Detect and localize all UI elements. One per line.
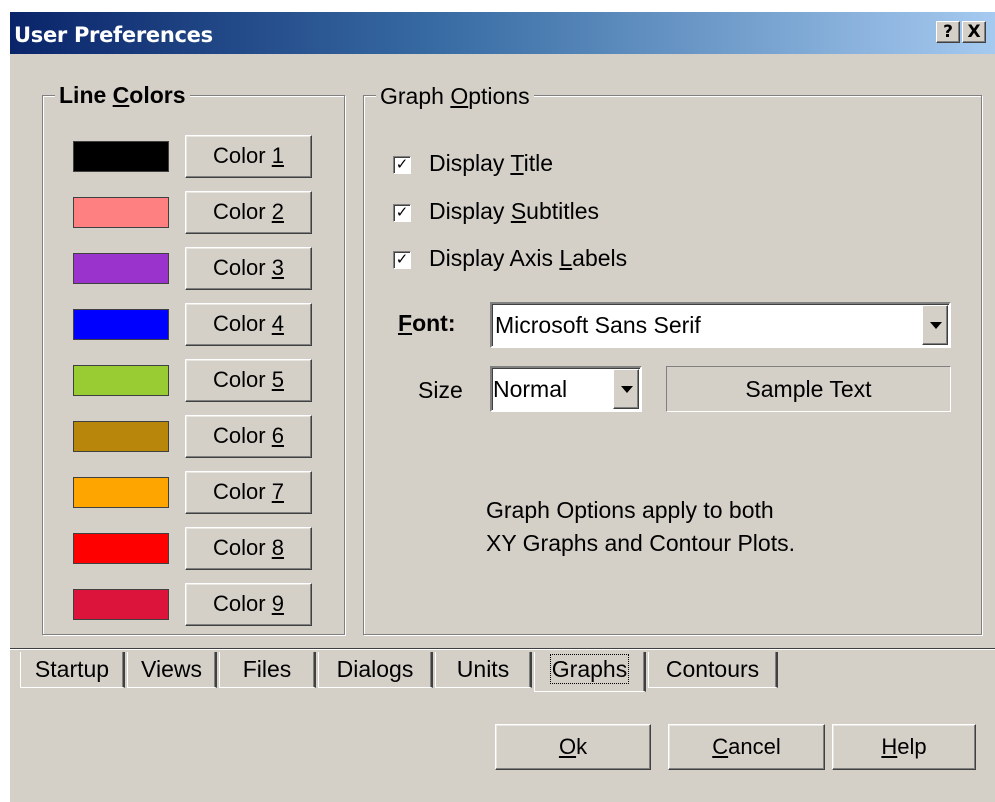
tab-startup[interactable]: Startup xyxy=(20,652,125,688)
size-select-value: Normal xyxy=(493,376,568,402)
graph-options-title-accel: O xyxy=(450,83,469,109)
line-colors-title-prefix: Line xyxy=(59,82,113,108)
size-dropdown-button[interactable] xyxy=(613,369,639,409)
tab-dialogs[interactable]: Dialogs xyxy=(318,652,433,688)
close-caption-button[interactable]: X xyxy=(962,21,986,43)
color-6-swatch xyxy=(73,421,169,452)
chevron-down-icon xyxy=(621,386,633,393)
font-select-value: Microsoft Sans Serif xyxy=(495,312,701,338)
display-title-label: Display Title xyxy=(429,150,553,176)
color-3-button[interactable]: Color 3 xyxy=(185,247,312,290)
color-1-button[interactable]: Color 1 xyxy=(185,135,312,178)
color-6-button[interactable]: Color 6 xyxy=(185,415,312,458)
tab-units[interactable]: Units xyxy=(435,652,532,688)
color-7-button[interactable]: Color 7 xyxy=(185,471,312,514)
sample-text-preview: Sample Text xyxy=(666,366,951,412)
graph-options-title: Graph Options xyxy=(376,83,534,110)
help-button[interactable]: Help xyxy=(832,724,976,770)
chevron-down-icon xyxy=(930,322,942,329)
line-colors-title-rest: olors xyxy=(129,82,186,108)
font-label: Font: xyxy=(398,310,456,336)
help-caption-button[interactable]: ? xyxy=(936,21,960,43)
graph-options-note-line1: Graph Options apply to both xyxy=(486,497,774,523)
graph-options-note-line2: XY Graphs and Contour Plots. xyxy=(486,530,795,556)
color-5-button[interactable]: Color 5 xyxy=(185,359,312,402)
tab-views[interactable]: Views xyxy=(127,652,217,688)
color-2-swatch xyxy=(73,197,169,228)
ok-button[interactable]: Ok xyxy=(495,724,651,770)
cancel-button[interactable]: Cancel xyxy=(668,724,825,770)
color-9-swatch xyxy=(73,589,169,620)
tab-graphs[interactable]: Graphs xyxy=(534,652,646,692)
color-2-button[interactable]: Color 2 xyxy=(185,191,312,234)
size-label: Size xyxy=(418,377,463,403)
title-bar: User Preferences ? X xyxy=(10,12,995,54)
color-8-button[interactable]: Color 8 xyxy=(185,527,312,570)
font-select[interactable]: Microsoft Sans Serif xyxy=(490,302,951,348)
color-5-swatch xyxy=(73,365,169,396)
graph-options-title-prefix: Graph xyxy=(380,83,451,109)
color-4-swatch xyxy=(73,309,169,340)
line-colors-title-accel: C xyxy=(112,82,130,108)
color-3-swatch xyxy=(73,253,169,284)
tab-strip-border xyxy=(10,648,995,650)
color-4-button[interactable]: Color 4 xyxy=(185,303,312,346)
line-colors-title: Line Colors xyxy=(55,82,190,109)
window-title: User Preferences xyxy=(14,23,213,47)
display-subtitles-label: Display Subtitles xyxy=(429,198,600,224)
display-subtitles-checkbox[interactable]: ✓ xyxy=(393,204,411,222)
font-dropdown-button[interactable] xyxy=(922,305,948,345)
tab-graphs-label: Graphs xyxy=(549,654,630,684)
color-1-swatch xyxy=(73,141,169,172)
display-title-checkbox[interactable]: ✓ xyxy=(393,156,411,174)
color-9-button[interactable]: Color 9 xyxy=(185,583,312,626)
display-axis-labels-checkbox[interactable]: ✓ xyxy=(393,251,411,269)
tab-contours[interactable]: Contours xyxy=(648,652,778,688)
size-select[interactable]: Normal xyxy=(490,366,642,412)
graph-options-title-rest: ptions xyxy=(468,83,530,109)
tab-files[interactable]: Files xyxy=(219,652,316,688)
display-axis-labels-label: Display Axis Labels xyxy=(429,245,628,271)
user-preferences-dialog: User Preferences ? X Line Colors Color 1… xyxy=(8,10,995,802)
color-8-swatch xyxy=(73,533,169,564)
color-7-swatch xyxy=(73,477,169,508)
